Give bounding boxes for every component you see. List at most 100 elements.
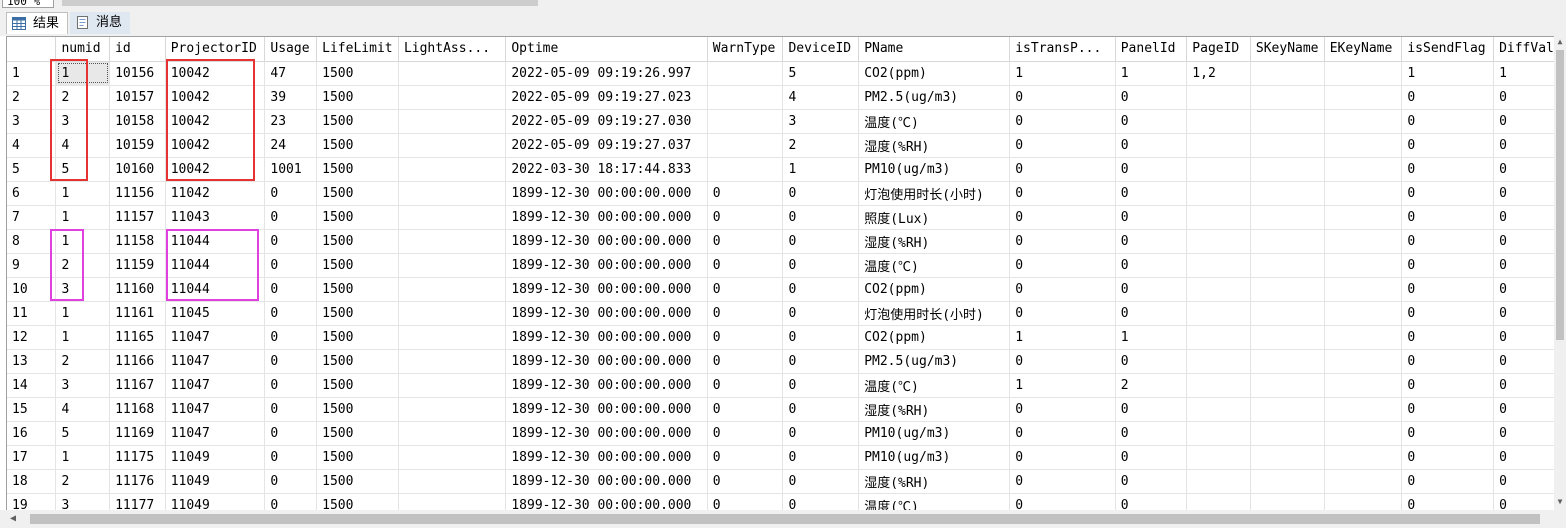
table-row[interactable]: 3 3 10158 10042 23 1500 2022-05-09 09:19:27.03… [7, 109, 1555, 134]
table-cell[interactable]: 0 [707, 421, 784, 446]
table-cell[interactable]: 1899-12-30 00:00:00.000 [505, 253, 708, 278]
table-row[interactable]: 7 1 11157 11043 0 1500 1899-12-30 00:00:00.000… [7, 205, 1555, 230]
table-cell[interactable]: 0 [782, 253, 860, 278]
table-cell[interactable]: 3 [55, 277, 111, 302]
table-cell[interactable] [1324, 85, 1403, 110]
table-cell[interactable]: PM10(ug/m3) [858, 445, 1011, 470]
table-cell[interactable]: 24 [264, 133, 318, 158]
table-cell[interactable]: 0 [1009, 469, 1116, 494]
table-cell[interactable]: 1 [55, 61, 111, 86]
row-number[interactable]: 7 [7, 205, 57, 230]
table-row[interactable]: 18 2 11176 11049 0 1500 1899-12-30 00:00:00.00… [7, 469, 1555, 494]
table-cell[interactable]: 1500 [316, 421, 399, 446]
table-cell[interactable]: 11042 [165, 181, 266, 206]
zoom-selector[interactable]: 100 % [2, 0, 54, 8]
table-cell[interactable]: 0 [1115, 85, 1188, 110]
table-cell[interactable] [1324, 301, 1403, 326]
table-cell[interactable]: 11047 [165, 325, 266, 350]
table-cell[interactable]: 39 [264, 85, 318, 110]
column-header[interactable]: EKeyName [1324, 37, 1403, 62]
table-cell[interactable] [398, 85, 507, 110]
table-cell[interactable]: 1899-12-30 00:00:00.000 [505, 229, 708, 254]
table-cell[interactable]: 1 [1009, 61, 1116, 86]
table-cell[interactable] [1250, 61, 1325, 86]
column-header[interactable]: DiffVal [1493, 37, 1555, 62]
row-number[interactable]: 8 [7, 229, 57, 254]
column-header[interactable]: Usage [264, 37, 318, 62]
row-number[interactable]: 3 [7, 109, 57, 134]
table-cell[interactable]: 11158 [109, 229, 166, 254]
table-cell[interactable] [398, 181, 507, 206]
table-cell[interactable]: 2 [55, 469, 111, 494]
table-row[interactable]: 19 3 11177 11049 0 1500 1899-12-30 00:00:00.00… [7, 493, 1555, 511]
table-cell[interactable]: 1500 [316, 85, 399, 110]
table-cell[interactable]: 0 [1115, 229, 1188, 254]
column-header[interactable]: numid [55, 37, 111, 62]
table-cell[interactable]: 0 [1401, 229, 1495, 254]
column-header[interactable]: isTransP... [1009, 37, 1116, 62]
table-cell[interactable]: 0 [1009, 349, 1116, 374]
column-header[interactable]: Optime [505, 37, 708, 62]
table-cell[interactable]: 0 [707, 397, 784, 422]
table-cell[interactable] [1186, 253, 1251, 278]
table-cell[interactable]: 0 [1115, 157, 1188, 182]
table-cell[interactable]: CO2(ppm) [858, 61, 1011, 86]
table-cell[interactable]: 1500 [316, 181, 399, 206]
table-cell[interactable]: 11167 [109, 373, 166, 398]
table-cell[interactable]: 温度(℃) [858, 493, 1011, 511]
table-row[interactable]: 11 1 11161 11045 0 1500 1899-12-30 00:00:00.00… [7, 301, 1555, 326]
table-cell[interactable]: 0 [707, 205, 784, 230]
table-cell[interactable]: 0 [1009, 85, 1116, 110]
table-cell[interactable]: 0 [782, 325, 860, 350]
table-cell[interactable]: 1 [55, 325, 111, 350]
table-cell[interactable]: 11047 [165, 397, 266, 422]
table-cell[interactable]: 3 [55, 373, 111, 398]
table-cell[interactable] [1250, 181, 1325, 206]
table-cell[interactable]: 0 [1493, 157, 1555, 182]
table-cell[interactable]: 1 [55, 301, 111, 326]
table-cell[interactable]: 1500 [316, 469, 399, 494]
table-cell[interactable]: 11045 [165, 301, 266, 326]
table-cell[interactable]: 0 [707, 301, 784, 326]
horizontal-scroll-thumb[interactable] [30, 514, 1540, 524]
table-cell[interactable]: 0 [782, 301, 860, 326]
table-cell[interactable]: 0 [1401, 397, 1495, 422]
table-cell[interactable] [1324, 373, 1403, 398]
table-cell[interactable] [1250, 421, 1325, 446]
table-cell[interactable]: 11047 [165, 421, 266, 446]
table-cell[interactable]: PM10(ug/m3) [858, 157, 1011, 182]
table-cell[interactable]: 4 [55, 397, 111, 422]
table-row[interactable]: 2 2 10157 10042 39 1500 2022-05-09 09:19:27.02… [7, 85, 1555, 110]
table-cell[interactable]: 10042 [165, 157, 266, 182]
scroll-left-icon[interactable]: ◀ [10, 512, 22, 526]
row-number[interactable]: 6 [7, 181, 57, 206]
table-cell[interactable]: 0 [1009, 109, 1116, 134]
table-cell[interactable]: 11175 [109, 445, 166, 470]
row-number[interactable]: 18 [7, 469, 57, 494]
table-cell[interactable]: 11169 [109, 421, 166, 446]
table-cell[interactable]: 1899-12-30 00:00:00.000 [505, 349, 708, 374]
table-cell[interactable]: 0 [707, 469, 784, 494]
table-cell[interactable] [1186, 469, 1251, 494]
table-cell[interactable]: 0 [1009, 253, 1116, 278]
table-cell[interactable]: 0 [1115, 109, 1188, 134]
table-cell[interactable]: 10158 [109, 109, 166, 134]
table-cell[interactable]: 1 [55, 229, 111, 254]
table-cell[interactable]: 0 [707, 349, 784, 374]
table-cell[interactable] [1324, 253, 1403, 278]
table-cell[interactable]: 11177 [109, 493, 166, 511]
table-cell[interactable]: 湿度(%RH) [858, 229, 1011, 254]
table-cell[interactable]: 0 [1401, 109, 1495, 134]
table-cell[interactable]: 5 [782, 61, 860, 86]
table-cell[interactable] [1250, 109, 1325, 134]
table-cell[interactable]: 1 [1009, 325, 1116, 350]
table-cell[interactable] [1186, 301, 1251, 326]
tab-messages[interactable]: 消息 [70, 12, 130, 34]
table-cell[interactable]: 23 [264, 109, 318, 134]
table-cell[interactable] [398, 493, 507, 511]
table-cell[interactable]: 0 [1493, 181, 1555, 206]
table-cell[interactable]: 0 [264, 493, 318, 511]
table-cell[interactable]: 1500 [316, 445, 399, 470]
table-cell[interactable]: 0 [1115, 253, 1188, 278]
table-cell[interactable] [1250, 325, 1325, 350]
